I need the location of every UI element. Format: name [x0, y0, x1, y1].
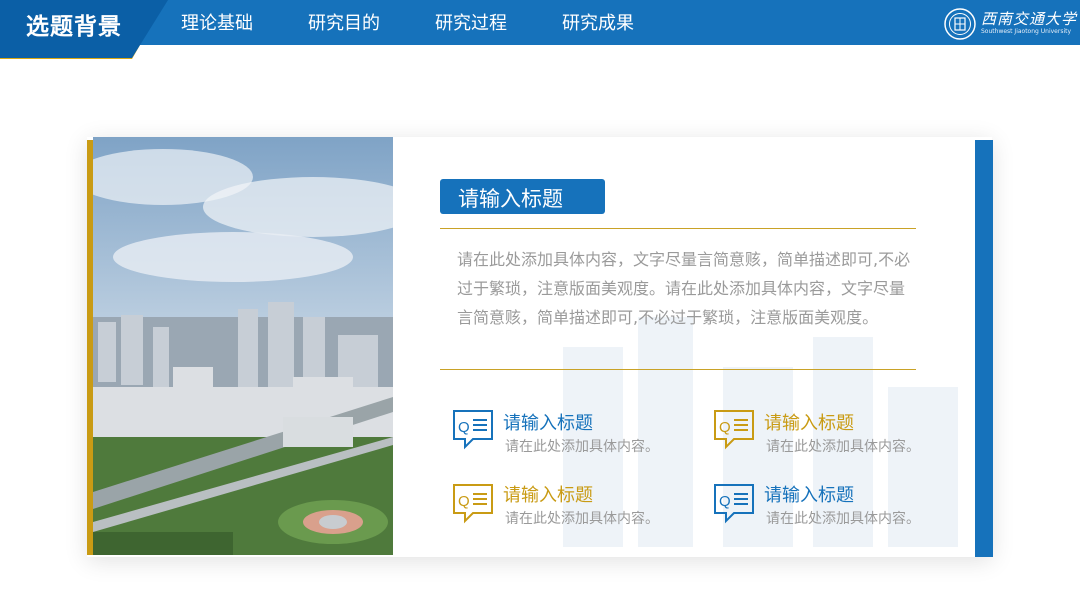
card-title: 请输入标题 [458, 187, 563, 211]
section-title: 选题背景 [26, 14, 122, 40]
item-desc-1: 请在此处添加具体内容。 [505, 439, 659, 455]
svg-text:Q: Q [458, 419, 470, 436]
qa-chat-icon: Q [453, 410, 493, 450]
svg-text:Q: Q [458, 493, 470, 510]
qa-chat-icon: Q [714, 410, 754, 450]
nav-item-results[interactable]: 研究成果 [562, 9, 634, 35]
svg-text:Q: Q [719, 493, 731, 510]
item-desc-2: 请在此处添加具体内容。 [766, 439, 920, 455]
item-desc-4: 请在此处添加具体内容。 [766, 511, 920, 527]
item-desc-3: 请在此处添加具体内容。 [505, 511, 659, 527]
item-title-4: 请输入标题 [764, 485, 854, 506]
card-blue-accent [975, 140, 993, 557]
university-seal-icon [944, 8, 976, 40]
card-body-text: 请在此处添加具体内容，文字尽量言简意赅，简单描述即可,不必过于繁琐，注意版面美观… [457, 250, 911, 327]
item-title-3: 请输入标题 [503, 485, 593, 506]
nav-item-theory[interactable]: 理论基础 [181, 9, 253, 35]
university-english-name: Southwest Jiaotong University [981, 28, 1072, 35]
divider-top [440, 228, 916, 229]
university-name: 西南交通大学 [981, 10, 1078, 28]
item-title-2: 请输入标题 [764, 413, 854, 434]
svg-text:Q: Q [719, 419, 731, 436]
nav-item-process[interactable]: 研究过程 [435, 9, 507, 35]
item-title-1: 请输入标题 [503, 413, 593, 434]
divider-bottom [440, 369, 916, 370]
qa-chat-icon: Q [714, 484, 754, 524]
card-gold-accent [87, 140, 93, 555]
nav-item-purpose[interactable]: 研究目的 [308, 9, 380, 35]
qa-chat-icon: Q [453, 484, 493, 524]
city-photo [93, 137, 393, 555]
